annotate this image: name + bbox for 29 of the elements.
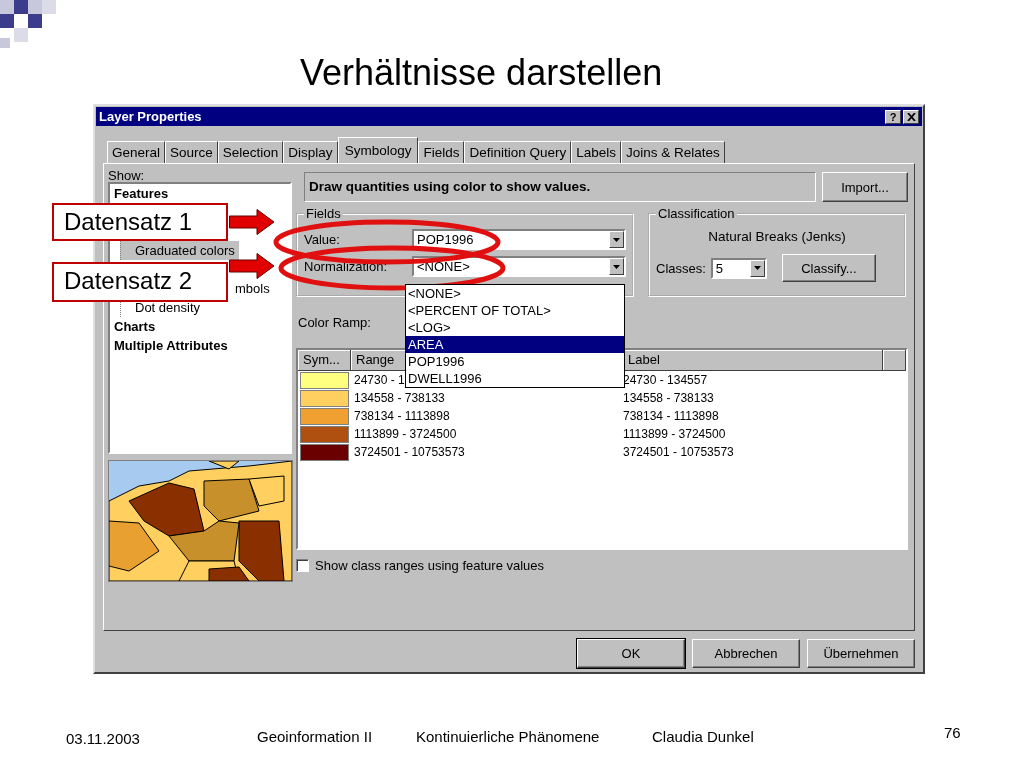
classification-method: Natural Breaks (Jenks) — [707, 228, 847, 246]
field-label: Color Ramp: — [298, 315, 371, 332]
checkbox-label: Show class ranges using feature values — [315, 558, 545, 573]
table-cell: 24730 - 1 — [354, 373, 405, 387]
table-cell: 24730 - 134557 — [623, 373, 708, 387]
group-title: Fields — [305, 206, 342, 221]
table-cell: 134558 - 738133 — [354, 391, 445, 405]
footer-text: Geoinformation II — [257, 728, 373, 745]
slide-title: Verhältnisse darstellen — [300, 52, 663, 94]
footer-text: Kontinuierliche Phänomene — [416, 728, 600, 745]
group-title: Classification — [657, 206, 736, 221]
callout-label: Datensatz 2 — [52, 262, 228, 302]
field-label: Value: — [304, 232, 340, 247]
footer-text: Claudia Dunkel — [652, 728, 754, 745]
table-cell: 3724501 - 10753573 — [354, 445, 465, 459]
field-label: Normalization: — [304, 259, 388, 274]
table-cell: 738134 - 1113898 — [354, 409, 450, 423]
table-cell: 738134 - 1113898 — [623, 409, 719, 423]
table-cell: 3724501 - 10753573 — [623, 445, 734, 459]
window-title: Layer Properties — [99, 109, 202, 124]
description-bar: Draw quantities using color to show values. — [304, 172, 816, 202]
table-cell: 1113899 - 3724500 — [354, 427, 457, 441]
table-cell: 134558 - 738133 — [623, 391, 714, 405]
callout-label: Datensatz 1 — [52, 203, 228, 241]
field-label: Classes: — [656, 260, 706, 276]
footer-date: 03.11.2003 — [66, 730, 140, 747]
table-cell: 1113899 - 3724500 — [623, 427, 726, 441]
page-number: 76 — [944, 724, 961, 741]
show-label: Show: — [108, 168, 146, 182]
